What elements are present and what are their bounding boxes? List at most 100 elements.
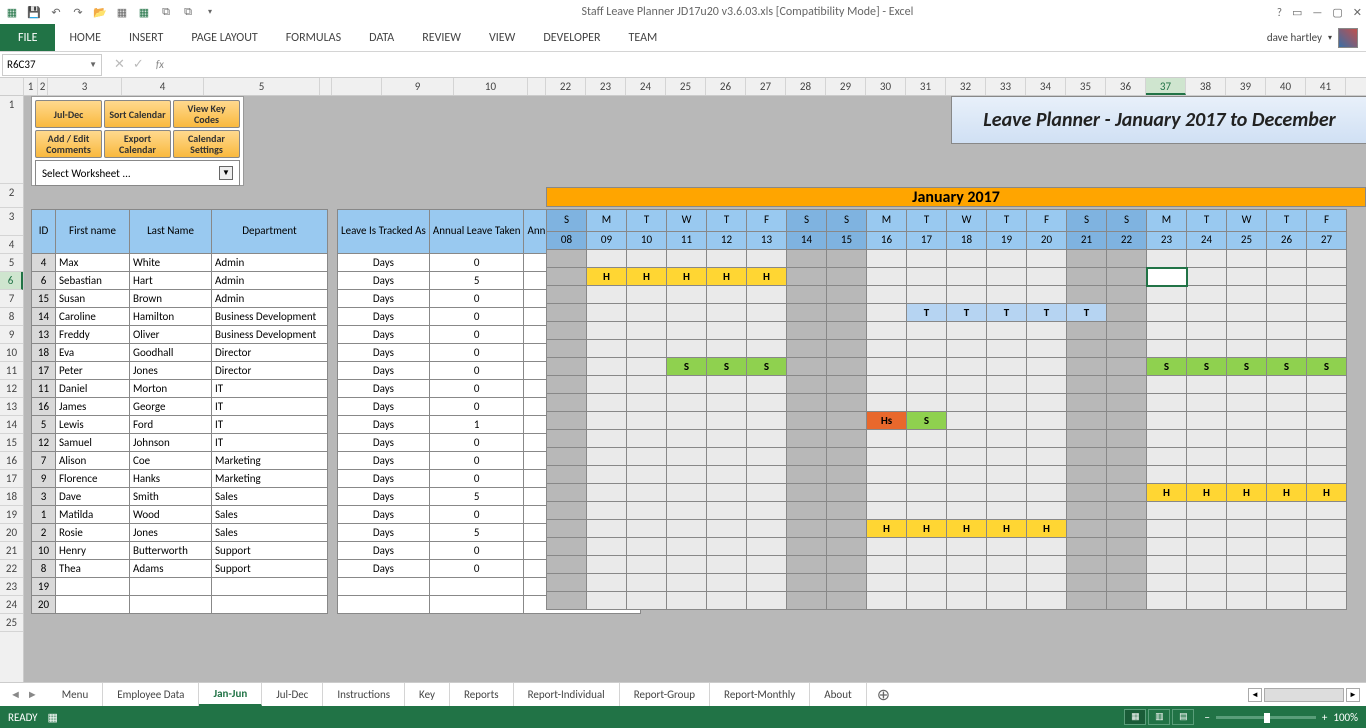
sheet-tab-jul-dec[interactable]: Jul-Dec: [262, 683, 323, 706]
calendar-row[interactable]: [547, 340, 1347, 358]
calendar-row[interactable]: HHHHH: [547, 520, 1347, 538]
table-row[interactable]: 20: [32, 596, 328, 614]
col-header[interactable]: 35: [1066, 78, 1106, 95]
table-row[interactable]: 11DanielMortonIT: [32, 380, 328, 398]
row-header[interactable]: 21: [0, 542, 23, 560]
table-row[interactable]: 19: [32, 578, 328, 596]
calendar-settings-button[interactable]: Calendar Settings: [173, 130, 240, 158]
save-icon[interactable]: 💾: [26, 4, 42, 20]
row-header[interactable]: 11: [0, 362, 23, 380]
col-header[interactable]: 24: [626, 78, 666, 95]
col-header[interactable]: 30: [866, 78, 906, 95]
col-header[interactable]: 40: [1266, 78, 1306, 95]
calendar-row[interactable]: SSSSSSSS: [547, 358, 1347, 376]
qat-icon-4[interactable]: ⧉: [180, 4, 196, 20]
table-row[interactable]: 18EvaGoodhallDirector: [32, 344, 328, 362]
normal-view-icon[interactable]: ▦: [1124, 709, 1146, 725]
ribbon-tab-view[interactable]: VIEW: [475, 24, 529, 51]
col-header[interactable]: 28: [786, 78, 826, 95]
select-worksheet-combo[interactable]: Select Worksheet ... ▼: [35, 160, 240, 186]
calendar-row[interactable]: [547, 250, 1347, 268]
ribbon-options-icon[interactable]: ▭: [1292, 6, 1302, 19]
ribbon-tab-review[interactable]: REVIEW: [408, 24, 475, 51]
calendar-row[interactable]: [547, 466, 1347, 484]
row-header[interactable]: 20: [0, 524, 23, 542]
sheet-tab-report-monthly[interactable]: Report-Monthly: [710, 683, 810, 706]
table-row[interactable]: 3DaveSmithSales: [32, 488, 328, 506]
col-header[interactable]: 36: [1106, 78, 1146, 95]
fx-icon[interactable]: fx: [152, 58, 168, 71]
sheet-tab-jan-jun[interactable]: Jan-Jun: [199, 683, 262, 706]
help-icon[interactable]: ?: [1277, 6, 1282, 19]
calendar-row[interactable]: HsS: [547, 412, 1347, 430]
ribbon-tab-developer[interactable]: DEVELOPER: [529, 24, 614, 51]
sheet-tab-employee-data[interactable]: Employee Data: [103, 683, 199, 706]
ribbon-tab-formulas[interactable]: FORMULAS: [272, 24, 355, 51]
zoom-level[interactable]: 100%: [1333, 711, 1358, 724]
col-header[interactable]: 32: [946, 78, 986, 95]
zoom-slider[interactable]: [1216, 716, 1316, 719]
col-header[interactable]: 31: [906, 78, 946, 95]
qat-icon-1[interactable]: ▦: [114, 4, 130, 20]
row-header[interactable]: 16: [0, 452, 23, 470]
add-edit-comments-button[interactable]: Add / Edit Comments: [35, 130, 102, 158]
sheet-tab-reports[interactable]: Reports: [450, 683, 514, 706]
row-header[interactable]: 12: [0, 380, 23, 398]
col-header[interactable]: 10: [454, 78, 528, 95]
table-row[interactable]: 2RosieJonesSales: [32, 524, 328, 542]
name-box[interactable]: R6C37 ▼: [2, 54, 102, 76]
sheet-tab-about[interactable]: About: [810, 683, 866, 706]
col-header[interactable]: 23: [586, 78, 626, 95]
row-header[interactable]: 22: [0, 560, 23, 578]
col-header[interactable]: 5: [204, 78, 320, 95]
col-header[interactable]: 29: [826, 78, 866, 95]
calendar-row[interactable]: [547, 430, 1347, 448]
calendar-row[interactable]: [547, 376, 1347, 394]
user-account[interactable]: dave hartley ▾: [1267, 24, 1366, 51]
sheet-canvas[interactable]: Jul-Dec Sort Calendar View Key Codes Add…: [24, 96, 1366, 686]
row-header[interactable]: 25: [0, 614, 23, 632]
ribbon-tab-page-layout[interactable]: PAGE LAYOUT: [177, 24, 271, 51]
close-icon[interactable]: ✕: [1353, 6, 1362, 19]
sheet-tab-key[interactable]: Key: [405, 683, 450, 706]
calendar-row[interactable]: [547, 322, 1347, 340]
row-header[interactable]: 6: [0, 272, 23, 290]
calendar-row[interactable]: [547, 538, 1347, 556]
calendar-row[interactable]: TTTTT: [547, 304, 1347, 322]
table-row[interactable]: 13FreddyOliverBusiness Development: [32, 326, 328, 344]
view-key-codes-button[interactable]: View Key Codes: [173, 100, 240, 128]
ribbon-tab-team[interactable]: TEAM: [615, 24, 672, 51]
table-row[interactable]: 9FlorenceHanksMarketing: [32, 470, 328, 488]
row-header[interactable]: 18: [0, 488, 23, 506]
name-box-dropdown-icon[interactable]: ▼: [89, 60, 97, 70]
col-header[interactable]: 27: [746, 78, 786, 95]
calendar-row[interactable]: HHHHH: [547, 268, 1347, 286]
calendar-row[interactable]: [547, 394, 1347, 412]
calendar-row[interactable]: [547, 502, 1347, 520]
row-header[interactable]: 9: [0, 326, 23, 344]
calendar-row[interactable]: [547, 556, 1347, 574]
macro-record-icon[interactable]: ▦: [48, 711, 58, 724]
row-header[interactable]: 15: [0, 434, 23, 452]
undo-icon[interactable]: ↶: [48, 4, 64, 20]
col-header[interactable]: 34: [1026, 78, 1066, 95]
col-header[interactable]: 41: [1306, 78, 1346, 95]
page-layout-view-icon[interactable]: ▥: [1148, 709, 1170, 725]
row-header[interactable]: 13: [0, 398, 23, 416]
calendar-row[interactable]: [547, 592, 1347, 610]
col-header[interactable]: 39: [1226, 78, 1266, 95]
table-row[interactable]: 17PeterJonesDirector: [32, 362, 328, 380]
col-header[interactable]: 33: [986, 78, 1026, 95]
sheet-tab-report-group[interactable]: Report-Group: [620, 683, 710, 706]
row-header[interactable]: 14: [0, 416, 23, 434]
new-sheet-button[interactable]: ⊕: [867, 685, 900, 705]
table-row[interactable]: 6SebastianHartAdmin: [32, 272, 328, 290]
table-row[interactable]: 14CarolineHamiltonBusiness Development: [32, 308, 328, 326]
row-header[interactable]: 23: [0, 578, 23, 596]
hscroll-left-icon[interactable]: ◄: [1248, 688, 1262, 702]
row-header[interactable]: 8: [0, 308, 23, 326]
tab-nav-next-icon[interactable]: ►: [27, 688, 38, 701]
maximize-icon[interactable]: ▢: [1332, 6, 1342, 19]
row-header[interactable]: 5: [0, 254, 23, 272]
row-header[interactable]: 10: [0, 344, 23, 362]
